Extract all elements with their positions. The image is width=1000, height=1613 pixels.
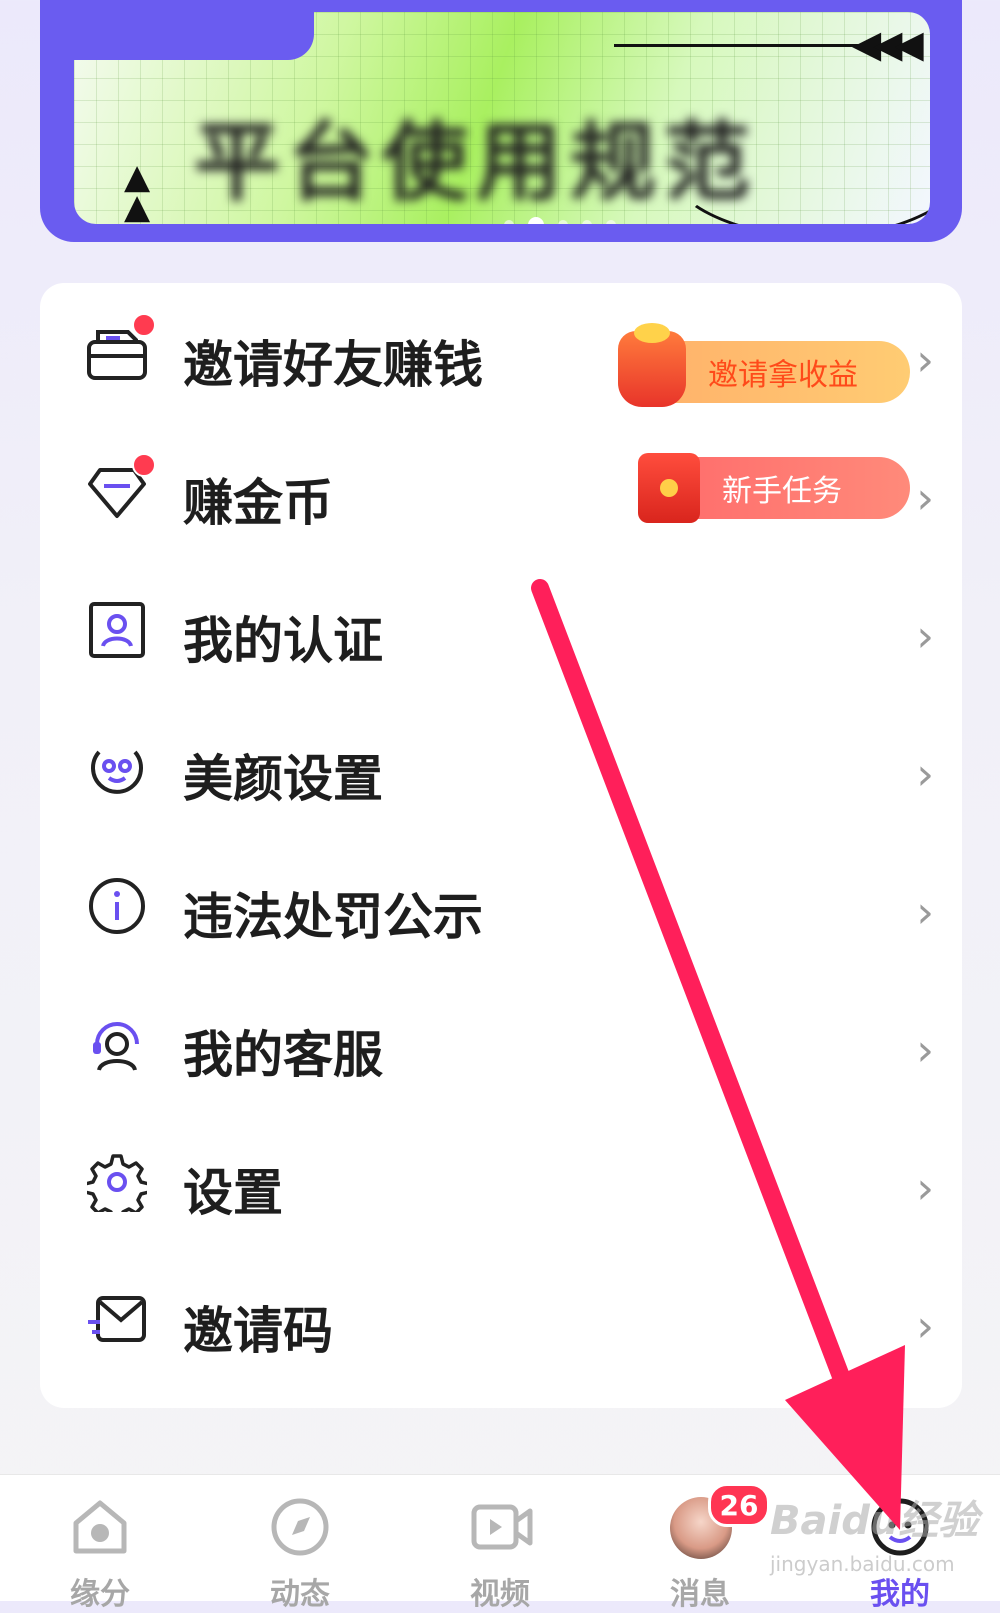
tag-label: 邀请拿收益 [708,358,858,393]
mail-icon [84,1287,150,1353]
banner-decor-line [614,44,864,47]
home-icon [70,1497,130,1557]
tab-moments[interactable]: 动态 [220,1475,380,1612]
beauty-face-icon [84,735,150,801]
menu-item-certification[interactable]: 我的认证 › [40,565,962,703]
menu-item-customer-service[interactable]: 我的客服 › [40,979,962,1117]
headset-icon [84,1011,150,1077]
video-icon [470,1497,533,1557]
menu-item-label: 我的客服 [183,1026,383,1084]
banner-decor-tree-icon: ▲ ▲ [124,157,151,224]
chevron-right-icon: › [916,473,934,524]
menu-item-label: 赚金币 [183,474,333,532]
menu-item-label: 设置 [183,1164,283,1222]
indicator-dot [504,220,514,224]
chevron-right-icon: › [916,1301,934,1352]
menu-item-invite-friends[interactable]: 邀请好友赚钱 邀请拿收益 › [40,289,962,427]
promo-banner[interactable]: ◀◀◀ ▲ ▲ 平台使用规范 [40,0,962,242]
tab-fate[interactable]: 缘分 [20,1475,180,1612]
menu-item-violation-notice[interactable]: 违法处罚公示 › [40,841,962,979]
unread-badge: 26 [708,1483,770,1527]
chevron-right-icon: › [916,1163,934,1214]
menu-item-beauty-settings[interactable]: 美颜设置 › [40,703,962,841]
info-icon [84,873,150,939]
compass-icon [270,1497,330,1557]
menu-item-label: 美颜设置 [183,750,383,808]
tab-label: 消息 [670,1577,730,1612]
money-bag-icon [618,323,686,407]
banner-decor-arrows-icon: ◀◀◀ [852,22,924,66]
chevron-right-icon: › [916,887,934,938]
chevron-right-icon: › [916,1025,934,1076]
watermark-brand: Baidu经验 [770,1498,979,1544]
menu-item-invite-code[interactable]: 邀请码 › [40,1255,962,1393]
tab-video[interactable]: 视频 [420,1475,580,1612]
diamond-icon [84,453,156,525]
id-card-icon [84,597,150,663]
newbie-task-tag[interactable]: 新手任务 [638,453,910,523]
watermark-url: jingyan.baidu.com [770,1552,955,1576]
notification-dot [132,313,156,337]
banner-page-indicator [504,217,616,224]
banner-notch [74,0,314,60]
tab-label: 视频 [470,1577,530,1612]
invite-envelope-icon [84,313,156,387]
menu-item-settings[interactable]: 设置 › [40,1117,962,1255]
chevron-right-icon: › [916,749,934,800]
red-envelope-icon [638,453,700,523]
indicator-dot [558,220,568,224]
tab-label: 动态 [270,1577,330,1612]
menu-card: 邀请好友赚钱 邀请拿收益 › 赚金币 新手任务 › 我的认证 › 美颜设置 › … [40,283,962,1408]
menu-item-label: 我的认证 [183,612,383,670]
invite-reward-tag[interactable]: 邀请拿收益 [618,323,910,407]
indicator-dot [582,220,592,224]
notification-dot [132,453,156,477]
chevron-right-icon: › [916,611,934,662]
menu-item-label: 邀请码 [183,1302,333,1360]
banner-title: 平台使用规范 [194,113,758,213]
tag-label: 新手任务 [722,474,842,509]
menu-item-earn-coins[interactable]: 赚金币 新手任务 › [40,427,962,565]
chevron-right-icon: › [916,335,934,386]
menu-item-label: 违法处罚公示 [183,888,483,946]
gear-icon [84,1149,150,1215]
tab-messages[interactable]: 26 消息 [620,1475,780,1612]
indicator-dot [606,220,616,224]
tab-label: 缘分 [70,1577,130,1612]
indicator-dot-active [528,217,544,224]
menu-item-label: 邀请好友赚钱 [183,336,483,394]
